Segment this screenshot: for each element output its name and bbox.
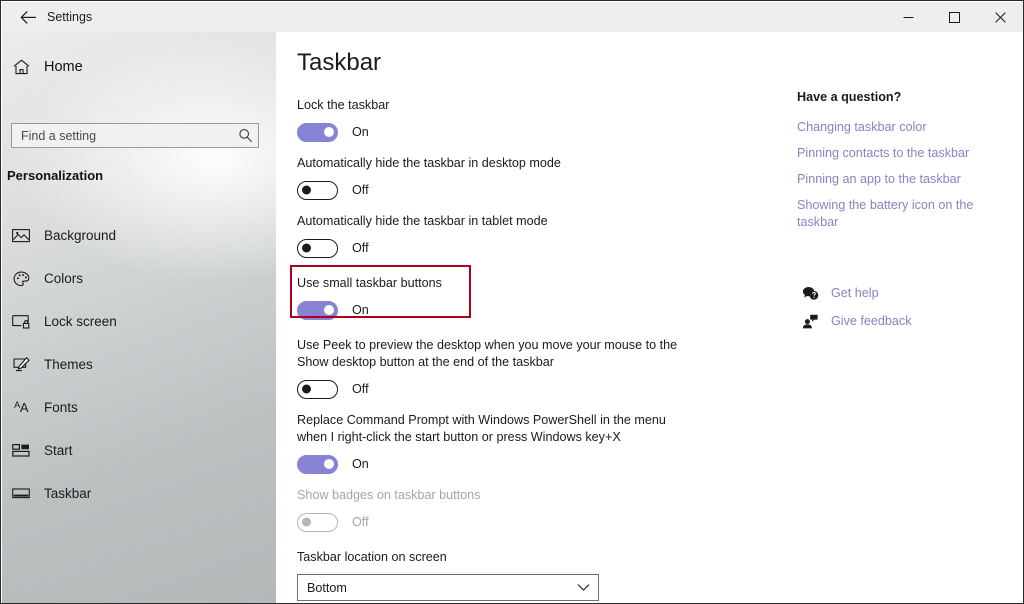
- help-link[interactable]: Changing taskbar color: [797, 119, 992, 136]
- toggle-state-label: Off: [352, 515, 369, 529]
- setting-auto-hide-desktop: Automatically hide the taskbar in deskto…: [297, 155, 717, 201]
- sidebar-item-background[interactable]: Background: [2, 214, 276, 257]
- toggle-row: Off: [297, 511, 717, 533]
- give-feedback-row[interactable]: Give feedback: [797, 307, 1007, 335]
- back-button[interactable]: [6, 2, 50, 32]
- setting-replace-command-prompt: Replace Command Prompt with Windows Powe…: [297, 412, 717, 475]
- sidebar-item-label: Background: [44, 228, 117, 243]
- sidebar-item-label: Lock screen: [44, 314, 117, 329]
- help-panel: Have a question? Changing taskbar color …: [797, 90, 1007, 335]
- toggle-use-small-taskbar-buttons[interactable]: [297, 300, 338, 320]
- settings-list: Lock the taskbar On Automatically hide t…: [297, 97, 717, 601]
- search-box[interactable]: [11, 123, 259, 148]
- help-link[interactable]: Pinning an app to the taskbar: [797, 171, 992, 188]
- setting-taskbar-location: Taskbar location on screen Bottom: [297, 549, 717, 601]
- support-label: Get help: [831, 286, 879, 300]
- page-title: Taskbar: [297, 49, 382, 76]
- chevron-down-icon: [568, 583, 598, 592]
- setting-label: Automatically hide the taskbar in deskto…: [297, 156, 561, 170]
- toggle-row: Off: [297, 237, 717, 259]
- get-help-row[interactable]: Get help: [797, 279, 1007, 307]
- get-help-icon: [797, 286, 823, 301]
- home-label: Home: [44, 59, 83, 75]
- home-icon: [2, 59, 40, 75]
- setting-auto-hide-tablet: Automatically hide the taskbar in tablet…: [297, 213, 717, 259]
- toggle-row: Off: [297, 378, 717, 400]
- lock-screen-icon: [2, 314, 40, 329]
- toggle-auto-hide-tablet[interactable]: [297, 238, 338, 258]
- sidebar-item-home[interactable]: Home: [2, 50, 276, 84]
- main-content: Taskbar Lock the taskbar On Automaticall…: [276, 32, 1023, 603]
- toggle-use-peek[interactable]: [297, 379, 338, 399]
- taskbar-location-select[interactable]: Bottom: [297, 574, 599, 601]
- title-bar: Settings: [2, 2, 1023, 32]
- sidebar-item-themes[interactable]: Themes: [2, 343, 276, 386]
- sidebar-item-start[interactable]: Start: [2, 429, 276, 472]
- themes-brush-icon: [2, 356, 40, 373]
- toggle-state-label: Off: [352, 241, 369, 255]
- sidebar-item-label: Start: [44, 443, 73, 458]
- sidebar-section-title: Personalization: [7, 168, 104, 183]
- sidebar-item-label: Themes: [44, 357, 93, 372]
- toggle-state-label: On: [352, 457, 369, 471]
- toggle-show-badges: [297, 512, 338, 532]
- toggle-replace-command-prompt[interactable]: [297, 454, 338, 474]
- sidebar: Home Personalization: [2, 32, 276, 603]
- toggle-row: On: [297, 453, 717, 475]
- setting-use-peek: Use Peek to preview the desktop when you…: [297, 337, 717, 400]
- minimize-button[interactable]: [885, 3, 931, 32]
- setting-label: Automatically hide the taskbar in tablet…: [297, 214, 548, 228]
- search-icon: [232, 128, 258, 143]
- app-title: Settings: [47, 10, 93, 24]
- sidebar-item-label: Colors: [44, 271, 84, 286]
- search-input[interactable]: [12, 124, 232, 147]
- maximize-button[interactable]: [931, 3, 977, 32]
- close-button[interactable]: [977, 3, 1023, 32]
- taskbar-icon: [2, 487, 40, 500]
- toggle-state-label: Off: [352, 183, 369, 197]
- help-link[interactable]: Pinning contacts to the taskbar: [797, 145, 992, 162]
- toggle-state-label: On: [352, 303, 369, 317]
- give-feedback-icon: [797, 314, 823, 329]
- start-tiles-icon: [2, 443, 40, 458]
- toggle-lock-the-taskbar[interactable]: [297, 122, 338, 142]
- setting-show-badges: Show badges on taskbar buttons Off: [297, 487, 717, 533]
- sidebar-nav-list: Background Colors Lock screen Themes AA …: [2, 214, 276, 515]
- sidebar-item-label: Fonts: [44, 400, 78, 415]
- dropdown-label: Taskbar location on screen: [297, 550, 447, 564]
- setting-label: Replace Command Prompt with Windows Powe…: [297, 413, 666, 444]
- setting-label: Use Peek to preview the desktop when you…: [297, 338, 678, 369]
- setting-use-small-taskbar-buttons: Use small taskbar buttons On: [297, 275, 717, 321]
- fonts-aa-icon: AA: [13, 400, 29, 415]
- support-list: Get help Give feedback: [797, 279, 1007, 335]
- sidebar-item-lock-screen[interactable]: Lock screen: [2, 300, 276, 343]
- toggle-row: On: [297, 299, 717, 321]
- toggle-state-label: On: [352, 125, 369, 139]
- setting-lock-the-taskbar: Lock the taskbar On: [297, 97, 717, 143]
- palette-icon: [2, 271, 40, 287]
- help-heading: Have a question?: [797, 90, 902, 104]
- toggle-auto-hide-desktop[interactable]: [297, 180, 338, 200]
- sidebar-item-taskbar[interactable]: Taskbar: [2, 472, 276, 515]
- settings-window: Settings Home Find a setting Personaliza…: [0, 0, 1024, 604]
- toggle-state-label: Off: [352, 382, 369, 396]
- sidebar-item-label: Taskbar: [44, 486, 92, 501]
- dropdown-selected-value: Bottom: [307, 580, 347, 595]
- setting-label: Use small taskbar buttons: [297, 276, 442, 290]
- image-icon: [2, 228, 40, 243]
- sidebar-item-fonts[interactable]: AA Fonts: [2, 386, 276, 429]
- toggle-row: Off: [297, 179, 717, 201]
- setting-label: Lock the taskbar: [297, 98, 390, 112]
- sidebar-item-colors[interactable]: Colors: [2, 257, 276, 300]
- toggle-row: On: [297, 121, 717, 143]
- help-link[interactable]: Showing the battery icon on the taskbar: [797, 197, 992, 231]
- support-label: Give feedback: [831, 314, 912, 328]
- setting-label: Show badges on taskbar buttons: [297, 488, 481, 502]
